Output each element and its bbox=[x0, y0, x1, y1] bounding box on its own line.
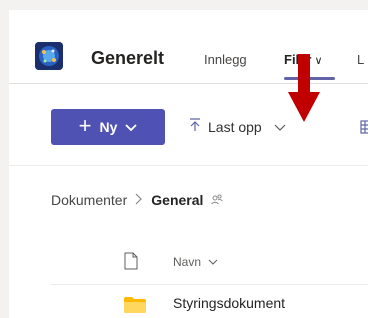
team-logo-icon bbox=[35, 42, 63, 70]
chevron-down-icon bbox=[208, 255, 218, 269]
red-down-arrow-icon bbox=[288, 54, 320, 127]
new-button-label: Ny bbox=[99, 119, 118, 135]
folder-icon bbox=[124, 297, 146, 318]
chevron-down-icon bbox=[274, 119, 286, 135]
breadcrumb-root[interactable]: Dokumenter bbox=[51, 192, 127, 208]
breadcrumb-current: General bbox=[151, 192, 204, 208]
column-name-header[interactable]: Navn bbox=[173, 255, 218, 269]
grid-icon[interactable] bbox=[360, 120, 368, 139]
list-divider bbox=[51, 284, 368, 285]
column-name-label: Navn bbox=[173, 255, 202, 269]
chevron-down-icon bbox=[125, 119, 138, 135]
file-type-icon bbox=[124, 252, 138, 275]
upload-icon bbox=[188, 118, 202, 135]
toolbar-divider bbox=[9, 165, 368, 166]
tab-innlegg[interactable]: Innlegg bbox=[204, 52, 247, 67]
new-button[interactable]: + Ny bbox=[51, 109, 165, 145]
list-item[interactable]: Styringsdokument bbox=[51, 293, 368, 317]
files-panel: Generelt Innlegg Filer ∨ L + Ny Last opp … bbox=[9, 10, 368, 318]
list-item-name: Styringsdokument bbox=[173, 295, 286, 311]
tab-next[interactable]: L bbox=[357, 52, 364, 67]
list-column-header: Navn bbox=[51, 252, 368, 272]
chevron-right-icon bbox=[135, 192, 143, 208]
team-name: Generelt bbox=[91, 48, 165, 68]
breadcrumb: Dokumenter General bbox=[51, 192, 224, 208]
upload-button[interactable]: Last opp bbox=[188, 118, 286, 135]
people-icon bbox=[211, 192, 224, 208]
plus-icon: + bbox=[78, 113, 92, 138]
upload-label: Last opp bbox=[208, 118, 262, 135]
